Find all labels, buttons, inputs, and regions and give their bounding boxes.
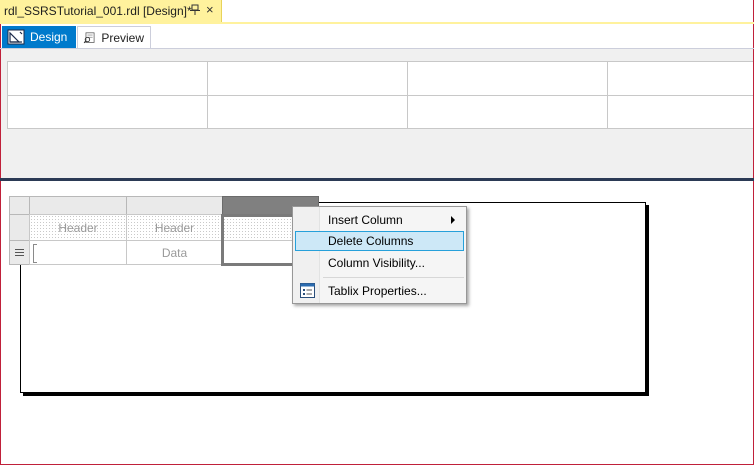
context-menu: Insert Column Delete Columns Column Visi… [292, 206, 467, 304]
menu-item-column-visibility[interactable]: Column Visibility... [295, 253, 464, 273]
tab-design-label: Design [30, 30, 68, 44]
column-handle-2[interactable] [126, 196, 223, 215]
menu-item-label: Delete Columns [328, 234, 414, 248]
menu-item-label: Column Visibility... [328, 256, 425, 270]
row-handle-header[interactable] [9, 214, 30, 241]
menu-item-tablix-properties[interactable]: Tablix Properties... [295, 281, 464, 301]
preview-icon [83, 31, 95, 43]
column-handle-1[interactable] [29, 196, 127, 215]
parameters-grid[interactable] [7, 61, 753, 129]
tab-preview[interactable]: Preview [77, 26, 151, 48]
group-bracket [33, 244, 37, 263]
menu-separator [323, 277, 464, 278]
close-icon[interactable]: × [206, 3, 214, 17]
pane-splitter[interactable] [0, 178, 754, 181]
tab-preview-label: Preview [101, 30, 144, 45]
tab-strip-underline [0, 22, 754, 24]
grid-row-divider [8, 95, 753, 96]
document-tab[interactable]: rdl_SSRSTutorial_001.rdl [Design]* × [0, 0, 222, 22]
submenu-arrow-icon [451, 216, 455, 224]
tablix-corner-handle[interactable] [9, 196, 30, 215]
tablix-data-cell-1[interactable] [29, 240, 127, 265]
detail-rows-icon [15, 249, 24, 256]
menu-item-insert-column[interactable]: Insert Column [295, 210, 464, 230]
tablix-header-cell-3[interactable] [222, 214, 294, 241]
tablix-header-cell-2[interactable]: Header [126, 214, 223, 241]
design-icon [7, 29, 25, 45]
row-handle-details[interactable] [9, 240, 30, 265]
tablix-data-cell-3[interactable] [222, 240, 294, 265]
tablix-header-cell-1[interactable]: Header [29, 214, 127, 241]
menu-item-label: Insert Column [328, 213, 403, 227]
tab-design[interactable]: Design [2, 26, 76, 48]
menu-item-delete-columns[interactable]: Delete Columns [295, 231, 464, 251]
parameters-pane [1, 49, 753, 178]
document-tab-title: rdl_SSRSTutorial_001.rdl [Design]* [4, 4, 192, 18]
pin-icon[interactable] [190, 4, 200, 16]
menu-item-label: Tablix Properties... [328, 284, 427, 298]
tablix-properties-icon [300, 283, 315, 298]
tablix-data-cell-2[interactable]: Data [126, 240, 223, 265]
